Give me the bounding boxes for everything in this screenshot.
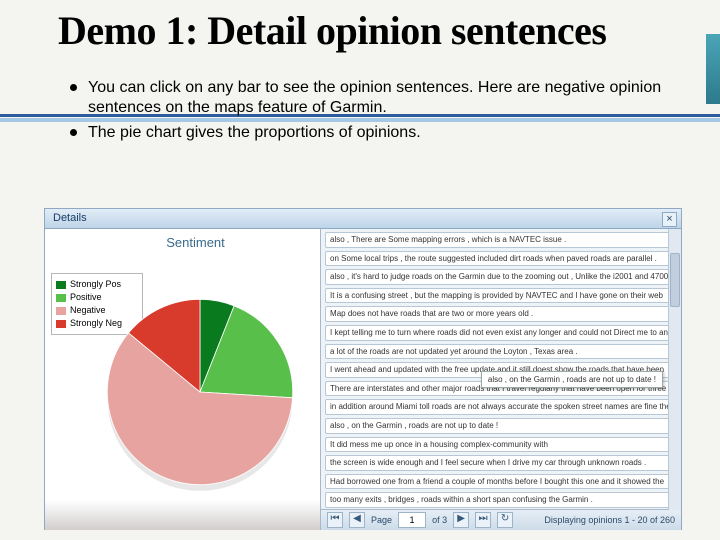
last-page-button[interactable]: ⏭ [475, 512, 491, 528]
sentence-item[interactable]: also , There are Some mapping errors , w… [325, 232, 677, 248]
bullet-item: You can click on any bar to see the opin… [70, 78, 662, 119]
legend-swatch [56, 294, 66, 302]
first-page-button[interactable]: ⏮ [327, 512, 343, 528]
sentence-item[interactable]: on Some local trips , the route suggeste… [325, 251, 677, 267]
legend-swatch [56, 320, 66, 328]
sentences-pane: also , There are Some mapping errors , w… [321, 229, 681, 530]
bullet-list: You can click on any bar to see the opin… [70, 78, 662, 143]
accent-bar [706, 34, 720, 104]
pager-toolbar: ⏮ ◀ Page of 3 ▶ ⏭ ↻ Displaying opinions … [321, 509, 681, 530]
pie-chart[interactable] [97, 289, 303, 495]
slide: Demo 1: Detail opinion sentences You can… [0, 10, 720, 540]
legend-swatch [56, 307, 66, 315]
sentence-item[interactable]: Had borrowed one from a friend a couple … [325, 474, 677, 490]
sentence-item[interactable]: also , it's hard to judge roads on the G… [325, 269, 677, 285]
prev-page-button[interactable]: ◀ [349, 512, 365, 528]
footer-shadow [45, 500, 320, 530]
pager-status: Displaying opinions 1 - 20 of 260 [544, 515, 675, 525]
sentence-item[interactable]: It did mess me up once in a housing comp… [325, 437, 677, 453]
slide-title: Demo 1: Detail opinion sentences [58, 10, 720, 52]
tooltip: also , on the Garmin , roads are not up … [481, 371, 663, 388]
bullet-item: The pie chart gives the proportions of o… [70, 123, 662, 143]
sentence-item[interactable]: I kept telling me to turn where roads di… [325, 325, 677, 341]
details-panel: Details × Sentiment Strongly Pos Positiv… [44, 208, 682, 530]
sentence-item[interactable]: Map does not have roads that are two or … [325, 306, 677, 322]
page-of-label: of 3 [432, 515, 447, 525]
close-button[interactable]: × [662, 212, 677, 227]
sentence-item[interactable]: too many exits , bridges , roads within … [325, 492, 677, 508]
page-label: Page [371, 515, 392, 525]
next-page-button[interactable]: ▶ [453, 512, 469, 528]
scrollbar-thumb[interactable] [670, 253, 680, 307]
sentence-item[interactable]: also , on the Garmin , roads are not up … [325, 418, 677, 434]
chart-title: Sentiment [71, 235, 320, 250]
scrollbar[interactable] [668, 229, 681, 510]
sentence-item[interactable]: It is a confusing street , but the mappi… [325, 288, 677, 304]
sentence-list[interactable]: also , There are Some mapping errors , w… [321, 229, 681, 509]
chart-pane: Sentiment Strongly Pos Positive Negative… [45, 229, 321, 530]
sentence-item[interactable]: in addition around Miami toll roads are … [325, 399, 677, 415]
panel-title: Details [53, 212, 87, 224]
sentence-item[interactable]: a lot of the roads are not updated yet a… [325, 344, 677, 360]
refresh-button[interactable]: ↻ [497, 512, 513, 528]
legend-swatch [56, 281, 66, 289]
page-input[interactable] [398, 512, 426, 528]
panel-header: Details × [45, 209, 681, 229]
sentence-item[interactable]: the screen is wide enough and I feel sec… [325, 455, 677, 471]
